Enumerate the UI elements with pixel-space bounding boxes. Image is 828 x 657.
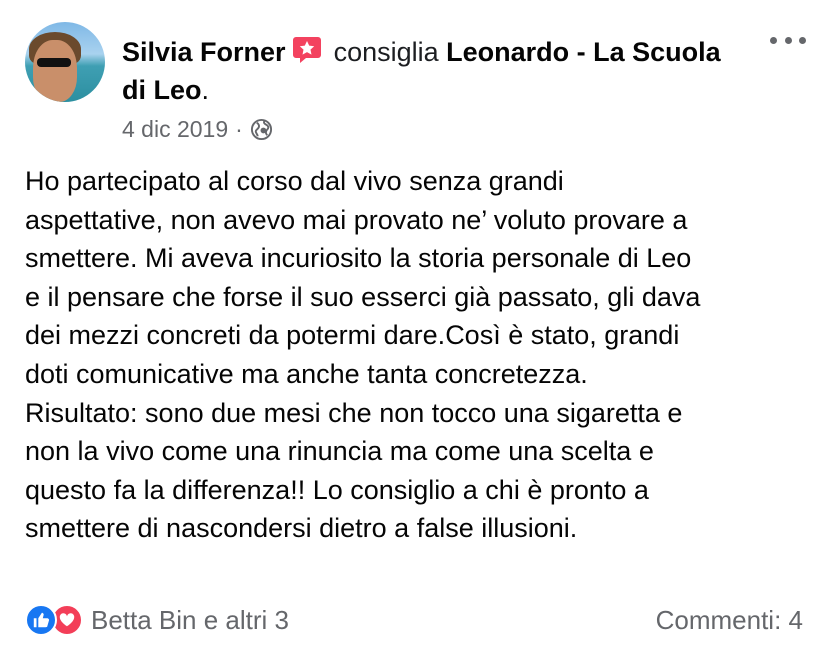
comments-count-link[interactable]: Commenti: 4 <box>656 604 803 636</box>
post-body-line: Risultato: sono due mesi che non tocco u… <box>25 397 683 428</box>
like-icon <box>25 604 57 636</box>
reactions-text: Betta Bin e altri 3 <box>91 605 289 635</box>
post-body-line: smettere di nascondersi dietro a false i… <box>25 513 578 544</box>
recommend-star-icon <box>292 36 322 64</box>
post-body-line: questo fa la differenza!! Lo consiglio a… <box>25 474 649 505</box>
post-body-line: Ho partecipato al corso dal vivo senza g… <box>25 166 564 196</box>
post-body-line: smettere. Mi aveva incuriosito la storia… <box>25 243 692 274</box>
avatar[interactable] <box>25 22 105 102</box>
page-suffix: . <box>201 75 210 105</box>
post-date[interactable]: 4 dic 2019 <box>122 114 228 144</box>
post-body-line: dei mezzi concreti da potermi dare.Così … <box>25 320 680 351</box>
post-body-line: aspettative, non avevo mai provato ne’ v… <box>25 204 688 235</box>
post-body-line: e il pensare che forse il suo esserci gi… <box>25 281 701 312</box>
author-name[interactable]: Silvia Forner <box>122 37 286 67</box>
post-body-line: doti comunicative ma anche tanta concret… <box>25 358 588 389</box>
meta-separator: · <box>235 116 243 142</box>
recommend-verb: consiglia <box>333 37 439 67</box>
reactions-summary[interactable]: Betta Bin e altri 3 <box>25 604 289 636</box>
post-meta: 4 dic 2019 · <box>122 114 273 144</box>
more-options-icon[interactable] <box>770 30 806 50</box>
globe-icon[interactable] <box>250 118 273 141</box>
post-body-line: non la vivo come una rinuncia ma come un… <box>25 436 654 467</box>
post-header: Silvia Forner consiglia Leonardo - La Scu… <box>122 33 742 109</box>
post-body: Ho partecipato al corso dal vivo senza g… <box>25 162 805 548</box>
